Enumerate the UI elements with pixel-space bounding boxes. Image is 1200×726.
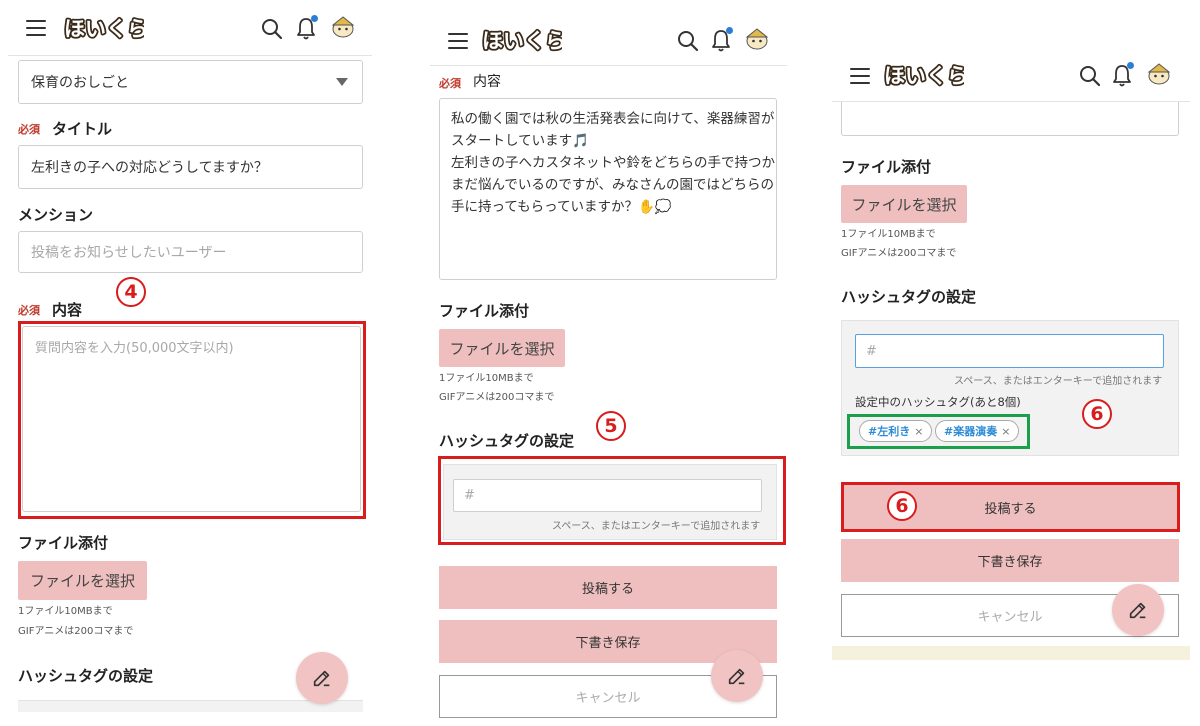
title-input[interactable]: 左利きの子への対応どうしてますか？ [18, 145, 363, 189]
content-line-4: まだ悩んでいるのですが、みなさんの園ではどちらの [451, 177, 775, 193]
app-header: ほいくらうんじ ほいくらうんじ [832, 48, 1190, 102]
user-avatar-icon[interactable] [330, 14, 356, 40]
hashtag-label: ハッシュタグの設定 [18, 667, 154, 685]
compose-fab-button[interactable] [1112, 584, 1164, 636]
mention-input[interactable]: 投稿をお知らせしたいユーザー [18, 231, 363, 273]
title-label: タイトル [52, 120, 113, 138]
hashtag-hint: スペース、またはエンターキーで追加されます [954, 376, 1163, 387]
hashtag-input[interactable]: # [855, 334, 1164, 368]
file-attach-label: ファイル添付 [841, 158, 932, 176]
hamburger-menu-icon[interactable] [850, 68, 870, 84]
edit-pencil-icon [728, 668, 745, 685]
chevron-down-icon [336, 78, 348, 86]
hashtag-label: ハッシュタグの設定 [439, 432, 575, 450]
file-attach-label: ファイル添付 [18, 534, 109, 552]
highlight-box-tags [847, 414, 1030, 449]
screen-panel-2: ほいくらうんじ ほいくらうんじ 必須 内容 私の働く園では秋の生活発表会に向けて… [430, 14, 787, 718]
gif-frame-note: GIFアニメは200コマまで [18, 626, 134, 637]
edit-pencil-icon [313, 670, 330, 687]
mention-label: メンション [18, 206, 94, 224]
compose-fab-button[interactable] [296, 652, 348, 704]
file-select-button[interactable]: ファイルを選択 [841, 185, 967, 223]
highlight-box-content [18, 321, 366, 519]
save-draft-button[interactable]: 下書き保存 [841, 539, 1179, 582]
step-6-marker-tags: 6 [1082, 399, 1112, 429]
app-header: ほいくらうんじ ほいくらうんじ [8, 0, 372, 56]
user-avatar-icon[interactable] [1146, 61, 1172, 87]
hashtag-placeholder: # [866, 343, 877, 359]
hashtag-current-label: 設定中のハッシュタグ(あと8個) [855, 395, 1021, 409]
content-label: 内容 [52, 301, 83, 319]
search-icon[interactable] [676, 29, 700, 53]
content-line-3: 左利きの子へカスタネットや鈴をどちらの手で持つか [451, 155, 775, 171]
file-select-button[interactable]: ファイルを選択 [439, 329, 565, 367]
submit-button[interactable]: 投稿する [439, 566, 777, 609]
app-logo[interactable]: ほいくらうんじ ほいくらうんじ [62, 8, 144, 48]
app-logo[interactable]: ほいくらうんじ ほいくらうんじ [882, 55, 964, 95]
notification-dot [1127, 62, 1134, 69]
svg-text:ほいくらうんじ: ほいくらうんじ [482, 29, 562, 53]
file-size-note: 1ファイル10MBまで [18, 606, 113, 617]
hashtag-label: ハッシュタグの設定 [841, 288, 977, 306]
notification-dot [311, 15, 318, 22]
file-size-note: 1ファイル10MBまで [439, 373, 534, 384]
content-line-2: スタートしています🎵 [451, 133, 589, 149]
category-select[interactable]: 保育のおしごと [18, 60, 363, 104]
required-badge: 必須 [18, 123, 40, 136]
required-badge: 必須 [439, 77, 461, 90]
app-logo[interactable]: ほいくらうんじ ほいくらうんじ [480, 20, 562, 60]
gif-frame-note: GIFアニメは200コマまで [841, 248, 957, 259]
required-badge: 必須 [18, 304, 40, 317]
step-4-marker: 4 [116, 277, 146, 307]
notification-bell-icon[interactable] [295, 15, 318, 41]
app-header: ほいくらうんじ ほいくらうんじ [430, 14, 787, 66]
search-icon[interactable] [260, 17, 284, 41]
hamburger-menu-icon[interactable] [26, 20, 46, 36]
step-5-marker: 5 [596, 411, 626, 441]
mention-placeholder: 投稿をお知らせしたいユーザー [31, 245, 227, 261]
file-select-button[interactable]: ファイルを選択 [18, 561, 147, 600]
file-size-note: 1ファイル10MBまで [841, 229, 936, 240]
step-6-marker-submit: 6 [887, 491, 917, 521]
hamburger-menu-icon[interactable] [448, 33, 468, 49]
gif-frame-note: GIFアニメは200コマまで [439, 392, 555, 403]
screen-panel-1: ほいくらうんじ ほいくらうんじ 保育のおしごと 必須 タイトル 左利きの子への対… [8, 0, 372, 712]
content-textarea-bottom[interactable] [841, 102, 1179, 136]
compose-fab-button[interactable] [711, 650, 763, 702]
svg-text:ほいくらうんじ: ほいくらうんじ [64, 17, 144, 41]
edit-pencil-icon [1129, 602, 1146, 619]
highlight-box-hashtag [438, 456, 786, 545]
file-attach-label: ファイル添付 [439, 302, 530, 320]
title-input-value: 左利きの子への対応どうしてますか？ [31, 160, 268, 176]
content-line-1: 私の働く園では秋の生活発表会に向けて、楽器練習が [451, 111, 775, 127]
user-avatar-icon[interactable] [744, 26, 770, 52]
content-line-5: 手に持ってもらっていますか？✋💭 [451, 199, 672, 215]
search-icon[interactable] [1078, 64, 1102, 88]
notification-bell-icon[interactable] [710, 27, 733, 53]
footer-strip [832, 646, 1190, 660]
screen-panel-3: ほいくらうんじ ほいくらうんじ ファイル添付 ファイルを選択 1ファイル10MB… [832, 48, 1190, 660]
notification-dot [726, 27, 733, 34]
category-select-value: 保育のおしごと [31, 75, 129, 91]
svg-text:ほいくらうんじ: ほいくらうんじ [884, 64, 964, 88]
content-label: 内容 [473, 74, 501, 90]
notification-bell-icon[interactable] [1111, 62, 1134, 88]
